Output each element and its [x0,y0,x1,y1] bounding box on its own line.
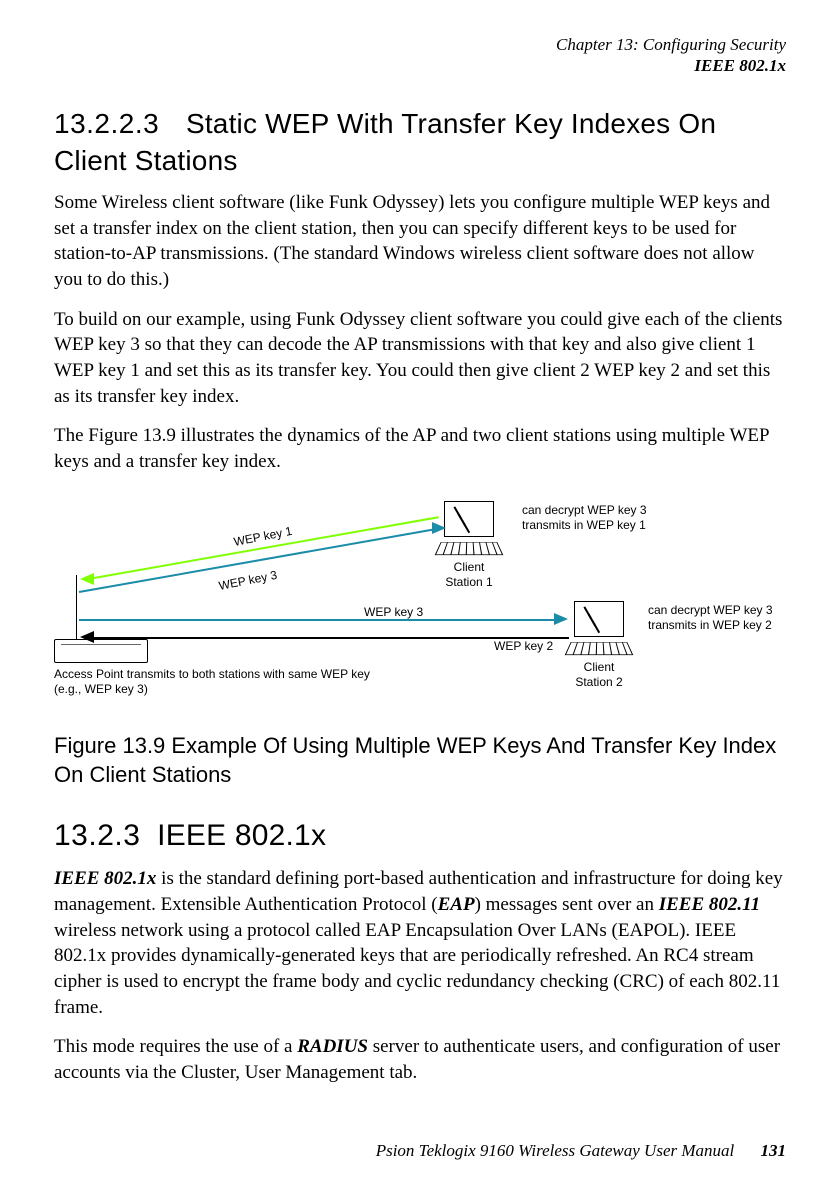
arrow-wep-key-3-bottom [554,613,568,625]
arrow-wep-key-2 [80,631,94,643]
client-station-2-icon: Client Station 2 [564,601,634,691]
section-number-2: 13.2.3 [54,819,140,852]
term-ieee-8021x: IEEE 802.1x [54,868,156,889]
client-1-note-line1: can decrypt WEP key 3 [522,503,647,519]
client-2-note: can decrypt WEP key 3 transmits in WEP k… [648,603,773,634]
label-wep-key-3-bottom: WEP key 3 [364,605,423,621]
paragraph-1: Some Wireless client software (like Funk… [54,190,786,293]
paragraph-3: The Figure 13.9 illustrates the dynamics… [54,423,786,474]
label-wep-key-3-top: WEP key 3 [218,567,279,594]
arrow-wep-key-1 [80,573,94,585]
section-title-2: IEEE 802.1x [157,819,326,852]
page-footer: Psion Teklogix 9160 Wireless Gateway Use… [54,1140,786,1163]
running-header: Chapter 13: Configuring Security IEEE 80… [54,34,786,77]
footer-manual-title: Psion Teklogix 9160 Wireless Gateway Use… [376,1141,735,1160]
term-radius: RADIUS [297,1036,368,1057]
ap-caption: Access Point transmits to both stations … [54,667,370,698]
heading-13-2-3: 13.2.3 IEEE 802.1x [54,816,786,857]
header-chapter: Chapter 13: Configuring Security [54,34,786,55]
page: Chapter 13: Configuring Security IEEE 80… [0,0,834,1197]
line-wep-key-3-bottom [79,619,559,621]
ap-caption-line1: Access Point transmits to both stations … [54,667,370,683]
paragraph-2: To build on our example, using Funk Odys… [54,307,786,410]
client-2-note-line1: can decrypt WEP key 3 [648,603,773,619]
header-section: IEEE 802.1x [54,55,786,76]
client-station-1-icon: Client Station 1 [434,501,504,591]
ap-caption-line2: (e.g., WEP key 3) [54,682,370,698]
ap-antenna-icon [76,575,77,639]
paragraph-5: This mode requires the use of a RADIUS s… [54,1034,786,1085]
footer-page-number: 131 [761,1141,787,1160]
paragraph-4: IEEE 802.1x is the standard defining por… [54,866,786,1020]
client-2-label: Client Station 2 [564,660,634,691]
term-eap: EAP [438,894,475,915]
client-1-note-line2: transmits in WEP key 1 [522,518,647,534]
term-ieee-80211: IEEE 802.11 [659,894,760,915]
client-1-label: Client Station 1 [434,560,504,591]
access-point-icon [54,639,148,663]
client-1-note: can decrypt WEP key 3 transmits in WEP k… [522,503,647,534]
figure-13-9: Client Station 1 can decrypt WEP key 3 t… [54,489,784,719]
arrow-wep-key-3-top [432,522,446,534]
section-number: 13.2.2.3 [54,108,159,139]
heading-13-2-2-3: 13.2.2.3 Static WEP With Transfer Key In… [54,105,786,181]
client-2-note-line2: transmits in WEP key 2 [648,618,773,634]
label-wep-key-2: WEP key 2 [494,639,553,655]
figure-caption: Figure 13.9 Example Of Using Multiple WE… [54,731,786,790]
label-wep-key-1: WEP key 1 [233,523,294,550]
